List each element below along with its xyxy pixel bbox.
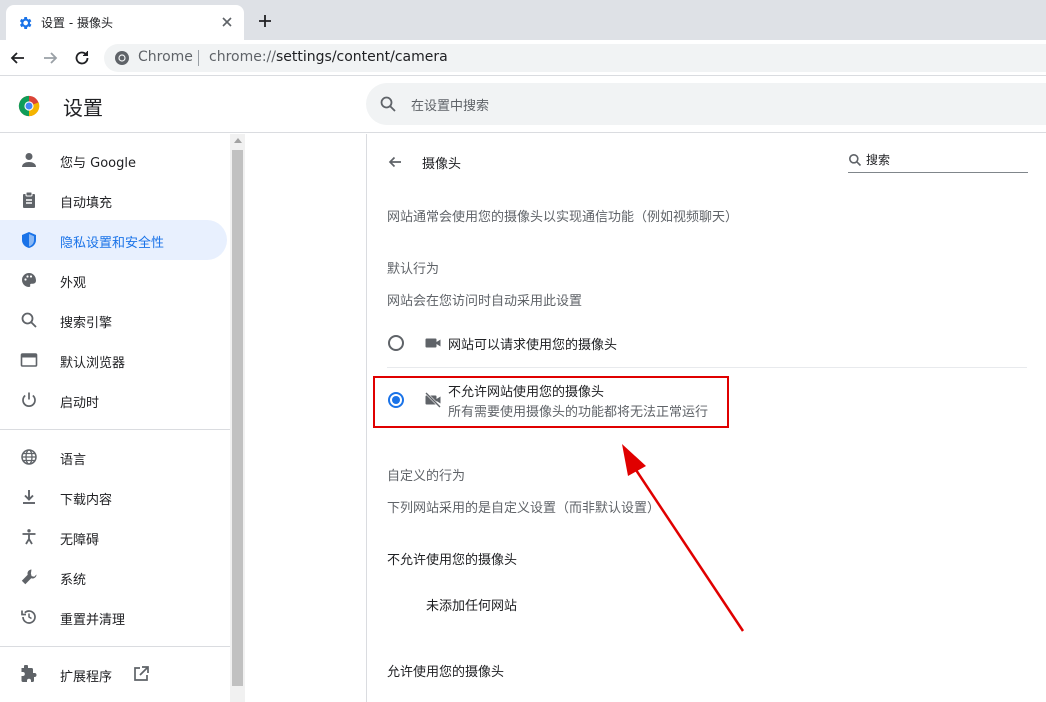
intro-text: 网站通常会使用您的摄像头以实现通信功能（例如视频聊天） xyxy=(387,210,739,225)
sidebar-item-label: 启动时 xyxy=(60,396,100,411)
person-icon xyxy=(22,153,36,167)
browser-icon xyxy=(20,353,38,367)
videocam-icon xyxy=(425,338,441,348)
back-arrow-icon[interactable] xyxy=(8,48,28,68)
settings-header: 设置 在设置中搜索 xyxy=(0,77,1046,133)
accessibility-icon xyxy=(22,529,36,545)
search-icon xyxy=(380,96,396,112)
origin-chip: Chrome xyxy=(138,49,193,65)
power-icon xyxy=(22,392,36,407)
reload-icon[interactable] xyxy=(72,48,92,68)
page-title: 设置 xyxy=(63,96,103,120)
sidebar-item-label: 语言 xyxy=(60,453,87,468)
open-in-new-icon[interactable] xyxy=(132,665,150,683)
settings-sidebar: 您与 Google 自动填充 隐私设置和安全性 外观 搜索引擎 默认浏览器 启动… xyxy=(0,134,230,702)
radio-allow[interactable] xyxy=(388,335,404,351)
sidebar-item-privacy[interactable]: 隐私设置和安全性 xyxy=(0,220,227,260)
url-text: chrome://settings/content/camera xyxy=(209,49,448,65)
subpage-search-input[interactable]: 搜索 xyxy=(848,149,1028,173)
sidebar-item-accessibility[interactable]: 无障碍 xyxy=(0,517,227,557)
annotation-highlight-box xyxy=(373,376,729,428)
scroll-up-arrow-icon[interactable] xyxy=(234,138,242,143)
tab-title: 设置 - 摄像头 xyxy=(41,16,113,30)
wrench-icon xyxy=(21,569,37,585)
sidebar-item-languages[interactable]: 语言 xyxy=(0,437,227,477)
gear-icon xyxy=(19,17,32,29)
custom-behavior-heading: 自定义的行为 xyxy=(387,469,466,484)
address-bar[interactable]: Chrome chrome://settings/content/camera xyxy=(104,44,1046,72)
puzzle-icon xyxy=(21,665,37,682)
sidebar-item-label: 您与 Google xyxy=(60,156,136,171)
sidebar-divider xyxy=(0,646,230,647)
search-icon xyxy=(849,154,862,167)
sidebar-item-default-browser[interactable]: 默认浏览器 xyxy=(0,340,227,380)
sidebar-item-search-engine[interactable]: 搜索引擎 xyxy=(0,300,227,340)
sidebar-item-label: 无障碍 xyxy=(60,533,100,548)
sidebar-item-label: 重置并清理 xyxy=(60,613,126,628)
sidebar-item-on-startup[interactable]: 启动时 xyxy=(0,380,227,420)
no-sites-text: 未添加任何网站 xyxy=(426,599,518,614)
sidebar-item-label: 搜索引擎 xyxy=(60,316,113,331)
tab-strip: 设置 - 摄像头 xyxy=(0,0,1046,40)
sidebar-item-label: 扩展程序 xyxy=(60,670,113,685)
sidebar-item-label: 隐私设置和安全性 xyxy=(60,236,165,251)
download-icon xyxy=(23,490,35,504)
sidebar-item-you-and-google[interactable]: 您与 Google xyxy=(0,140,227,180)
custom-behavior-desc: 下列网站采用的是自定义设置（而非默认设置） xyxy=(387,501,661,516)
palette-icon xyxy=(22,273,36,287)
sidebar-item-appearance[interactable]: 外观 xyxy=(0,260,227,300)
chrome-logo-icon xyxy=(115,51,129,65)
globe-icon xyxy=(21,449,37,465)
sidebar-item-label: 默认浏览器 xyxy=(60,356,126,371)
option-allow-label: 网站可以请求使用您的摄像头 xyxy=(448,338,618,353)
subpage-title: 摄像头 xyxy=(422,157,462,172)
settings-search-input[interactable]: 在设置中搜索 xyxy=(366,83,1046,125)
sidebar-item-label: 自动填充 xyxy=(60,196,113,211)
sidebar-item-extensions[interactable]: 扩展程序 xyxy=(0,654,227,694)
clipboard-icon xyxy=(23,191,35,208)
tab-settings-camera[interactable]: 设置 - 摄像头 xyxy=(6,5,244,40)
omnibox-separator xyxy=(198,50,199,66)
browser-toolbar: Chrome chrome://settings/content/camera xyxy=(0,40,1046,76)
shield-icon xyxy=(22,232,36,248)
close-icon[interactable] xyxy=(219,14,235,30)
search-placeholder: 搜索 xyxy=(866,153,891,167)
restore-icon xyxy=(21,610,36,624)
new-tab-icon[interactable] xyxy=(257,13,273,29)
allowed-sites-heading: 允许使用您的摄像头 xyxy=(387,665,505,680)
sidebar-item-label: 外观 xyxy=(60,276,87,291)
chrome-logo-icon xyxy=(18,95,40,117)
default-behavior-heading: 默认行为 xyxy=(387,262,440,277)
blocked-sites-heading: 不允许使用您的摄像头 xyxy=(387,553,518,568)
sidebar-item-reset[interactable]: 重置并清理 xyxy=(0,597,227,637)
default-behavior-desc: 网站会在您访问时自动采用此设置 xyxy=(387,294,583,309)
search-placeholder: 在设置中搜索 xyxy=(411,99,490,114)
sidebar-scrollbar[interactable] xyxy=(230,134,245,702)
option-divider xyxy=(387,367,1027,368)
sidebar-item-autofill[interactable]: 自动填充 xyxy=(0,180,227,220)
scrollbar-thumb[interactable] xyxy=(232,150,243,686)
sidebar-item-label: 下载内容 xyxy=(60,493,113,508)
search-icon xyxy=(21,312,37,328)
back-arrow-icon[interactable] xyxy=(387,154,403,170)
sidebar-divider xyxy=(0,429,230,430)
camera-settings-card: 摄像头 搜索 网站通常会使用您的摄像头以实现通信功能（例如视频聊天） 默认行为 … xyxy=(366,134,1046,702)
forward-arrow-icon[interactable] xyxy=(40,48,60,68)
sidebar-item-label: 系统 xyxy=(60,573,87,588)
sidebar-item-system[interactable]: 系统 xyxy=(0,557,227,597)
sidebar-item-downloads[interactable]: 下载内容 xyxy=(0,477,227,517)
